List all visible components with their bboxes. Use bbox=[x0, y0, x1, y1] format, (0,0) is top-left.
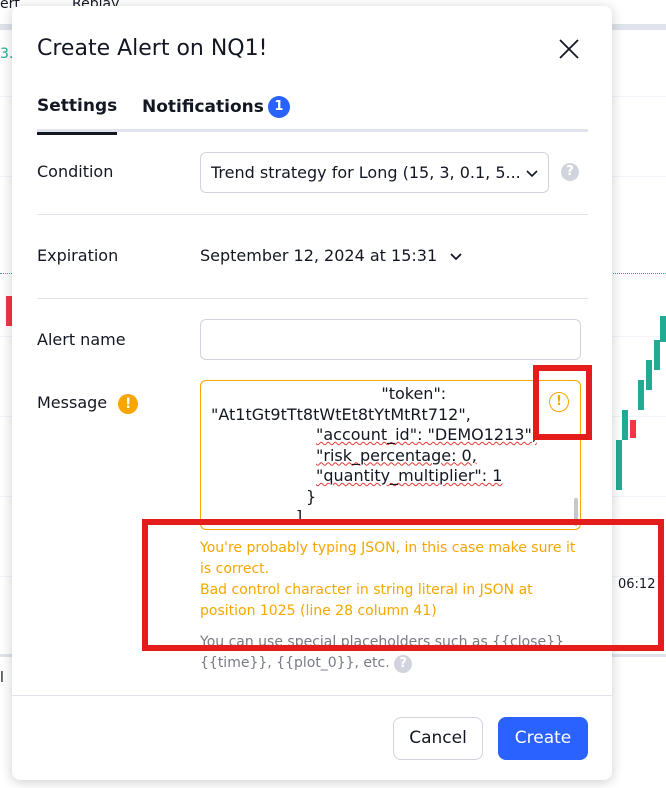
expiration-label: Expiration bbox=[37, 246, 119, 265]
tab-label: Settings bbox=[37, 96, 118, 116]
json-error-text: Bad control character in string literal … bbox=[200, 582, 533, 619]
chevron-down-icon bbox=[450, 253, 462, 261]
message-label-text: Message bbox=[37, 393, 108, 412]
side-label: l bbox=[0, 670, 4, 686]
message-textarea[interactable]: "token": "At1tGt9tTt8tWtEt8tYtMtRt712", … bbox=[200, 380, 581, 530]
cancel-button[interactable]: Cancel bbox=[393, 717, 483, 760]
candle bbox=[638, 380, 644, 410]
create-alert-dialog: Create Alert on NQ1! Settings Notificati… bbox=[12, 6, 612, 780]
json-warning-icon: ! bbox=[549, 392, 569, 412]
json-error-message: You're probably typing JSON, in this cas… bbox=[200, 538, 590, 622]
candle bbox=[660, 316, 666, 342]
candle bbox=[646, 360, 652, 390]
json-warning-text: You're probably typing JSON, in this cas… bbox=[200, 540, 576, 577]
message-content: "token": "At1tGt9tTt8tWtEt8tYtMtRt712", … bbox=[211, 384, 537, 526]
tab-notifications[interactable]: Notifications 1 bbox=[142, 96, 290, 118]
notification-count-badge: 1 bbox=[267, 96, 290, 118]
help-icon[interactable]: ? bbox=[394, 655, 413, 673]
warning-icon: ! bbox=[118, 394, 139, 414]
expiration-value: September 12, 2024 at 15:31 bbox=[200, 246, 438, 265]
close-icon[interactable] bbox=[557, 37, 581, 61]
placeholder-hint: You can use special placeholders such as… bbox=[200, 632, 590, 674]
tab-bar: Settings Notifications 1 bbox=[37, 96, 588, 135]
hint-text: You can use special placeholders such as… bbox=[200, 634, 564, 671]
expiration-dropdown[interactable]: September 12, 2024 at 15:31 bbox=[200, 246, 464, 265]
chevron-down-icon bbox=[526, 170, 538, 178]
tab-settings[interactable]: Settings bbox=[37, 96, 118, 135]
dialog-title: Create Alert on NQ1! bbox=[37, 36, 268, 61]
time-axis-label: 06:12 bbox=[618, 577, 656, 592]
candle bbox=[622, 410, 628, 440]
condition-label: Condition bbox=[37, 162, 114, 181]
divider bbox=[37, 298, 588, 299]
textarea-scrollbar[interactable] bbox=[574, 498, 578, 526]
condition-select[interactable]: Trend strategy for Long (15, 3, 0.1, 5..… bbox=[200, 152, 549, 193]
candle bbox=[654, 340, 660, 370]
create-button[interactable]: Create bbox=[498, 717, 588, 760]
condition-value: Trend strategy for Long (15, 3, 0.1, 5..… bbox=[211, 163, 521, 182]
tab-label: Notifications bbox=[142, 97, 264, 117]
candle bbox=[616, 440, 622, 490]
alert-name-label: Alert name bbox=[37, 330, 126, 349]
divider bbox=[37, 214, 588, 215]
message-label: Message ! bbox=[37, 393, 139, 414]
divider bbox=[12, 695, 612, 696]
candle bbox=[630, 420, 636, 438]
help-icon[interactable]: ? bbox=[561, 163, 579, 181]
alert-name-input[interactable] bbox=[200, 319, 581, 360]
